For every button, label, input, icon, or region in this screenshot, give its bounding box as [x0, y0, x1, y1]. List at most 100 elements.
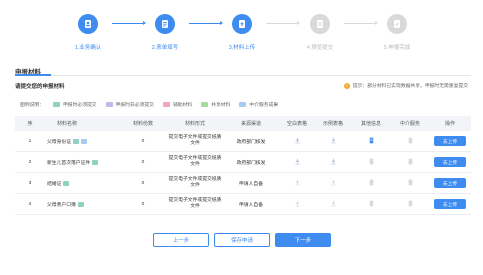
step-complete: 5.申报完成 — [367, 14, 427, 51]
material-copies: 0 — [141, 159, 145, 165]
prev-button[interactable]: 上一步 — [153, 233, 209, 247]
download-icon[interactable] — [330, 179, 337, 188]
legend-item: 辅助材料 — [162, 101, 193, 108]
upload-button[interactable]: 去上传 — [434, 199, 466, 209]
required-badge — [73, 138, 79, 144]
upload-button[interactable]: 去上传 — [434, 157, 466, 167]
material-name-cell: 结婚证 — [45, 180, 119, 187]
warning-icon: ! — [343, 82, 350, 89]
material-copies: 0 — [141, 201, 145, 207]
download-icon[interactable] — [294, 179, 301, 188]
document-icon[interactable] — [368, 179, 375, 188]
table-header: 序 材料名称 材料份数 材料形式 来源渠道 空白表格 示例表格 其他信息 中介服… — [15, 116, 471, 131]
legend-swatch — [105, 102, 113, 107]
legend-label: 辅助材料 — [172, 103, 193, 108]
intermediary-badge — [81, 138, 87, 144]
legend-label: 中介服务成果 — [249, 103, 279, 108]
preview-icon — [310, 14, 330, 34]
document-icon[interactable] — [407, 158, 414, 167]
tip-text: 提示：部分材料已实现数据共享，申报时无需重复提交 — [352, 84, 468, 89]
step-label: 3.材料上传 — [228, 45, 256, 51]
col-header: 中介服务 — [399, 121, 420, 127]
table-row: 1 父母身份证 0 提交电子文件或提交纸质文件 政府部门核发 去上传 — [15, 131, 471, 152]
material-source: 申请人自备 — [239, 181, 263, 187]
row-number: 2 — [28, 159, 32, 165]
table-row: 2 新生儿首次落户证件 0 提交电子文件或提交纸质文件 政府部门核发 去上传 — [15, 152, 471, 173]
legend-label: 申报时非必须提交 — [115, 103, 154, 108]
document-icon[interactable] — [368, 158, 375, 167]
required-badge — [63, 180, 70, 186]
row-number: 3 — [28, 180, 32, 186]
download-icon[interactable] — [294, 158, 301, 167]
required-badge — [92, 159, 99, 165]
legend-label: 共享材料 — [211, 103, 231, 108]
legend-item: 申报时必须提交 — [53, 101, 97, 108]
tip-message: ! 提示：部分材料已实现数据共享，申报时无需重复提交 — [343, 82, 468, 89]
material-source: 政府部门核发 — [236, 160, 266, 166]
col-header: 来源渠道 — [240, 121, 261, 127]
document-icon[interactable] — [407, 179, 414, 188]
user-doc-icon — [78, 14, 98, 34]
download-icon[interactable] — [330, 137, 337, 146]
col-header: 材料形式 — [184, 120, 205, 127]
materials-table: 序 材料名称 材料份数 材料形式 来源渠道 空白表格 示例表格 其他信息 中介服… — [15, 116, 471, 215]
legend-title: 图例说明： — [20, 103, 44, 108]
document-icon[interactable] — [368, 137, 375, 146]
form-icon — [155, 14, 175, 34]
upload-button[interactable]: 去上传 — [434, 136, 466, 146]
save-button[interactable]: 保存申请 — [214, 233, 270, 247]
step-form-fill: 2.表单填写 — [135, 14, 195, 51]
material-copies: 0 — [141, 180, 145, 186]
subsection-title: 请提交您的申报材料 — [15, 84, 65, 90]
step-business-confirm: 1.业务确认 — [58, 14, 118, 51]
divider — [15, 75, 471, 76]
upload-doc-icon — [232, 14, 252, 34]
col-header: 空白表格 — [286, 121, 307, 127]
material-name-cell: 新生儿首次落户证件 — [45, 159, 119, 166]
material-source: 申请人自备 — [239, 202, 263, 208]
material-name-cell: 父母身份证 — [45, 138, 119, 145]
table-row: 4 父母亲户口簿 0 提交电子文件或提交纸质文件 申请人自备 去上传 — [15, 194, 471, 215]
legend-swatch — [162, 102, 170, 107]
download-icon[interactable] — [294, 137, 301, 146]
form-actions: 上一步 保存申请 下一步 — [0, 233, 483, 247]
download-icon[interactable] — [330, 158, 337, 167]
legend-item: 共享材料 — [201, 101, 230, 108]
col-header: 示例表格 — [322, 121, 343, 127]
step-label: 1.业务确认 — [74, 45, 102, 51]
legend-label: 申报时必须提交 — [63, 103, 97, 108]
legend-item: 中介服务成果 — [239, 101, 278, 108]
legend-swatch — [53, 102, 60, 107]
col-header: 材料名称 — [57, 121, 78, 127]
col-header: 序 — [27, 121, 33, 127]
material-name: 父母亲户口簿 — [47, 202, 76, 208]
table-row: 3 结婚证 0 提交电子文件或提交纸质文件 申请人自备 去上传 — [15, 173, 471, 194]
col-header: 材料份数 — [132, 121, 153, 127]
material-form: 提交电子文件或提交纸质文件 — [168, 156, 222, 167]
download-icon[interactable] — [294, 200, 301, 209]
step-label: 5.申报完成 — [383, 45, 411, 51]
document-icon[interactable] — [407, 137, 414, 146]
document-icon[interactable] — [368, 200, 375, 209]
step-preview-submit: 4.预览提交 — [290, 14, 350, 51]
step-label: 4.预览提交 — [306, 45, 334, 51]
material-form: 提交电子文件或提交纸质文件 — [168, 198, 222, 209]
material-name: 结婚证 — [47, 181, 62, 187]
legend-swatch — [201, 102, 209, 107]
section-underline — [15, 74, 51, 76]
step-label: 2.表单填写 — [151, 45, 179, 51]
row-number: 4 — [28, 201, 32, 207]
upload-button[interactable]: 去上传 — [434, 178, 466, 188]
material-source: 政府部门核发 — [236, 139, 266, 145]
material-name: 新生儿首次落户证件 — [47, 160, 91, 166]
download-icon[interactable] — [330, 200, 337, 209]
material-name-cell: 父母亲户口簿 — [45, 201, 119, 208]
document-icon[interactable] — [407, 200, 414, 209]
material-form: 提交电子文件或提交纸质文件 — [168, 135, 222, 146]
next-button[interactable]: 下一步 — [275, 233, 331, 247]
required-badge — [77, 201, 84, 207]
step-progress: 1.业务确认 2.表单填写 3.材料上传 4.预览提交 5.申报完成 — [0, 0, 483, 56]
material-copies: 0 — [141, 138, 145, 144]
col-header: 其他信息 — [360, 121, 381, 127]
legend-swatch — [239, 102, 247, 107]
